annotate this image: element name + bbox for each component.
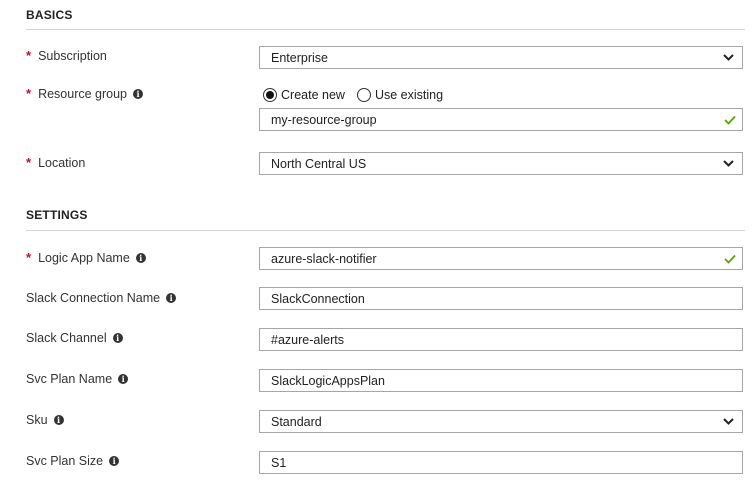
required-marker: * <box>26 86 32 101</box>
sku-select[interactable]: Standard <box>259 410 743 433</box>
info-icon[interactable]: i <box>135 252 146 263</box>
section-divider <box>26 29 745 30</box>
slack-channel-label: Slack Channel i <box>26 331 123 345</box>
svc-plan-name-input[interactable]: SlackLogicAppsPlan <box>259 369 743 392</box>
slack-connection-name-input[interactable]: SlackConnection <box>259 287 743 310</box>
slack-connection-name-label-text: Slack Connection Name <box>26 291 161 305</box>
required-marker: * <box>26 250 32 265</box>
svc-plan-name-label-text: Svc Plan Name <box>26 372 113 386</box>
checkmark-icon <box>720 109 740 130</box>
slack-connection-name-label: Slack Connection Name i <box>26 291 177 305</box>
checkmark-icon <box>720 248 740 269</box>
info-icon[interactable]: i <box>118 374 129 384</box>
sku-value: Standard <box>271 414 322 429</box>
logic-app-name-input[interactable]: azure-slack-notifier <box>259 247 743 270</box>
radio-create-new-label: Create new <box>281 88 345 102</box>
location-label: * Location <box>26 155 85 170</box>
section-title-settings: SETTINGS <box>26 208 88 222</box>
info-icon[interactable]: i <box>109 456 120 466</box>
logic-app-name-value: azure-slack-notifier <box>271 251 377 266</box>
info-icon[interactable]: i <box>112 333 123 343</box>
resource-group-label-text: Resource group <box>38 86 128 101</box>
slack-channel-input[interactable]: #azure-alerts <box>259 328 743 351</box>
location-value: North Central US <box>271 156 367 171</box>
slack-channel-value: #azure-alerts <box>271 332 344 347</box>
resource-group-radio-group: Create new Use existing <box>263 88 443 102</box>
logic-app-name-label: * Logic App Name i <box>26 250 146 265</box>
required-marker: * <box>26 155 32 170</box>
radio-use-existing-label: Use existing <box>374 88 444 102</box>
location-select[interactable]: North Central US <box>259 152 743 175</box>
subscription-label: * Subscription <box>26 48 107 63</box>
resource-group-input[interactable]: my-resource-group <box>259 108 743 131</box>
resource-group-label: * Resource group i <box>26 86 144 101</box>
section-title-basics: BASICS <box>26 8 73 22</box>
resource-group-value: my-resource-group <box>271 112 377 127</box>
radio-create-new[interactable]: Create new <box>263 88 345 102</box>
svc-plan-size-value: S1 <box>271 455 287 470</box>
svc-plan-size-label: Svc Plan Size i <box>26 454 120 468</box>
svc-plan-size-label-text: Svc Plan Size <box>26 454 104 468</box>
chevron-down-icon <box>718 47 738 68</box>
chevron-down-icon <box>718 411 738 432</box>
svc-plan-size-input[interactable]: S1 <box>259 451 743 474</box>
subscription-value: Enterprise <box>271 50 328 65</box>
radio-selected-icon <box>263 88 277 102</box>
location-label-text: Location <box>38 155 86 170</box>
logic-app-name-label-text: Logic App Name <box>38 250 130 265</box>
info-icon[interactable]: i <box>166 293 177 303</box>
slack-connection-name-value: SlackConnection <box>271 291 365 306</box>
section-divider <box>26 230 745 231</box>
sku-label: Sku i <box>26 413 64 427</box>
radio-unselected-icon <box>356 88 371 102</box>
slack-channel-label-text: Slack Channel <box>26 331 107 345</box>
info-icon[interactable]: i <box>133 88 144 99</box>
required-marker: * <box>26 48 32 63</box>
info-icon[interactable]: i <box>53 415 64 425</box>
radio-use-existing[interactable]: Use existing <box>356 88 444 102</box>
subscription-select[interactable]: Enterprise <box>259 46 743 69</box>
svc-plan-name-label: Svc Plan Name i <box>26 372 129 386</box>
svc-plan-name-value: SlackLogicAppsPlan <box>271 373 385 388</box>
sku-label-text: Sku <box>26 413 48 427</box>
chevron-down-icon <box>718 153 738 174</box>
subscription-label-text: Subscription <box>38 48 107 63</box>
